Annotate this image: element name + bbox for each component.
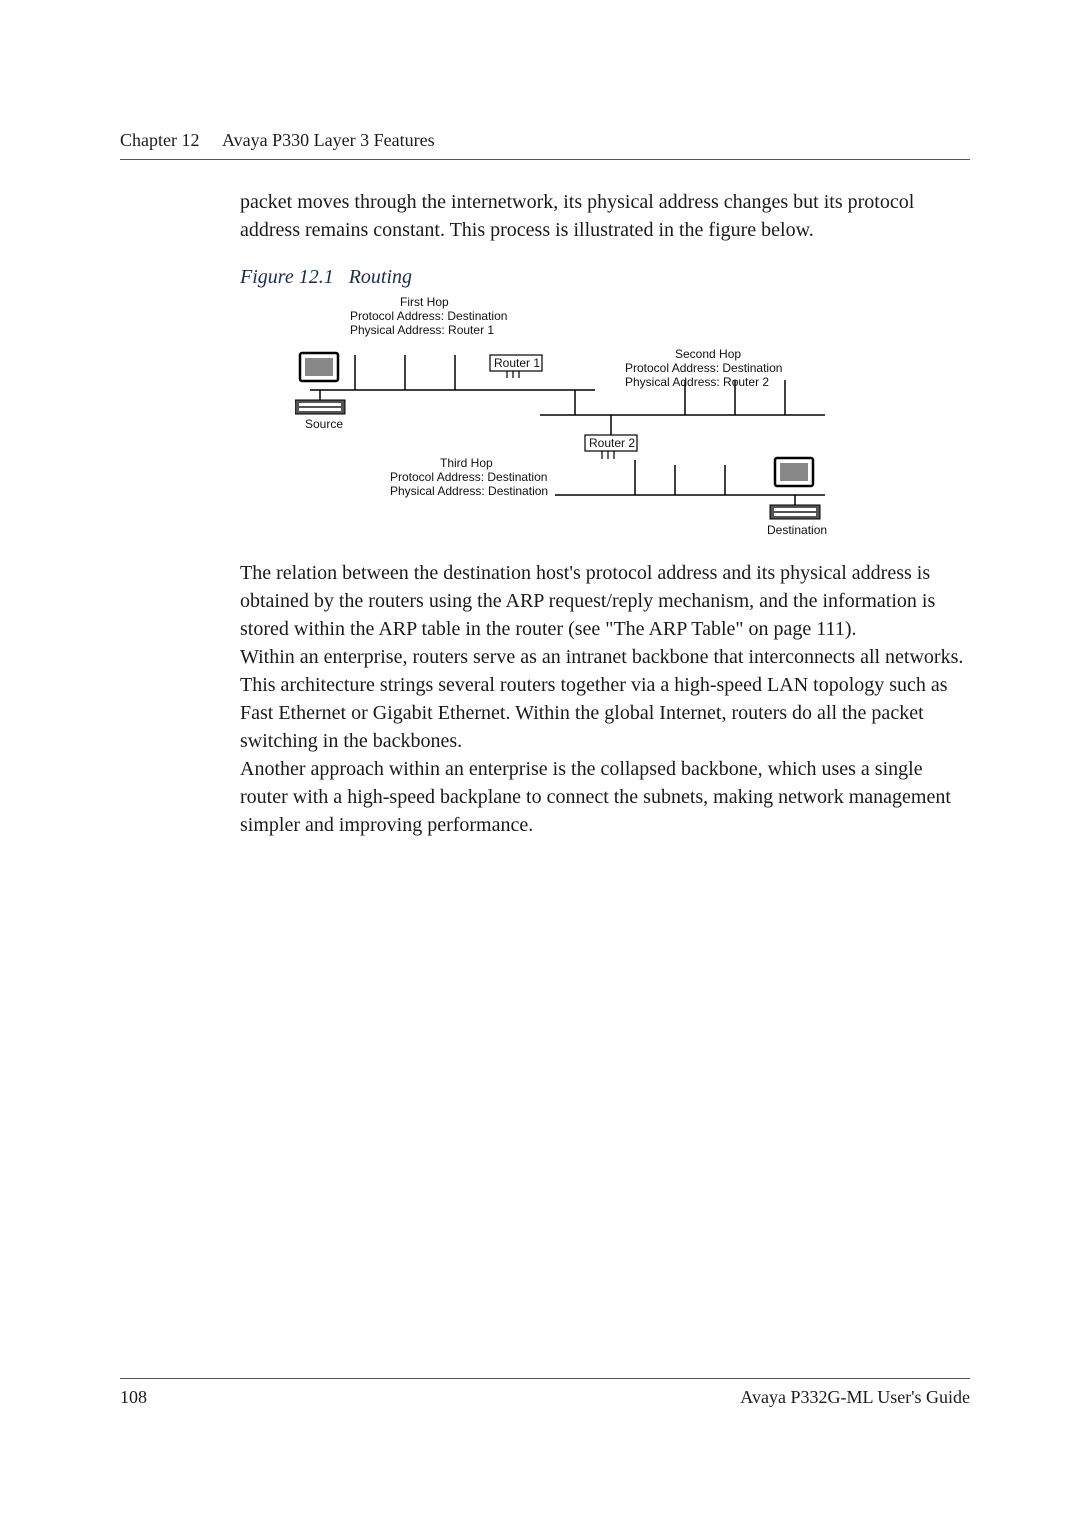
paragraph-3: Within an enterprise, routers serve as a… (240, 643, 970, 755)
page-footer: 108 Avaya P332G-ML User's Guide (120, 1378, 970, 1408)
routing-diagram: First Hop Protocol Address: Destination … (295, 295, 855, 545)
first-hop-phys: Physical Address: Router 1 (350, 323, 494, 337)
third-hop-phys: Physical Address: Destination (390, 484, 548, 498)
paragraph-2: The relation between the destination hos… (240, 559, 970, 643)
figure-caption-title: Routing (349, 266, 412, 288)
third-hop-title: Third Hop (440, 456, 493, 470)
router-2-label: Router 2 (589, 436, 635, 450)
figure-caption: Figure 12.1 Routing (240, 266, 970, 289)
figure-caption-prefix: Figure 12.1 (240, 266, 334, 288)
second-hop-title: Second Hop (675, 347, 741, 361)
destination-label: Destination (767, 523, 827, 537)
chapter-title: Avaya P330 Layer 3 Features (222, 130, 435, 150)
third-hop-proto: Protocol Address: Destination (390, 470, 547, 484)
chapter-label: Chapter 12 (120, 130, 199, 150)
paragraph-1: packet moves through the internetwork, i… (240, 188, 970, 244)
first-hop-proto: Protocol Address: Destination (350, 309, 507, 323)
paragraph-4: Another approach within an enterprise is… (240, 755, 970, 839)
page-header: Chapter 12 Avaya P330 Layer 3 Features (120, 130, 970, 160)
second-hop-proto: Protocol Address: Destination (625, 361, 782, 375)
second-hop-phys: Physical Address: Router 2 (625, 375, 769, 389)
source-label: Source (305, 417, 343, 431)
first-hop-title: First Hop (400, 295, 449, 309)
router-1-label: Router 1 (494, 356, 540, 370)
guide-title: Avaya P332G-ML User's Guide (740, 1387, 970, 1408)
page-number: 108 (120, 1387, 147, 1408)
